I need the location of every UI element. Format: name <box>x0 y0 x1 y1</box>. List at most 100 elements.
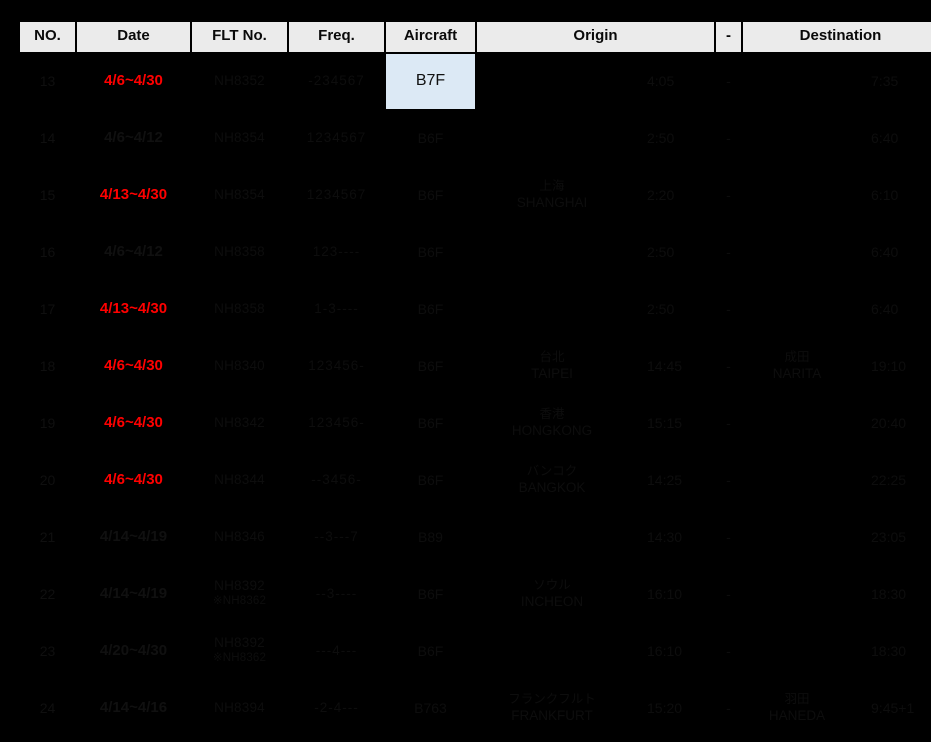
time-separator-dash: - <box>716 224 742 280</box>
flight-number: NH8392 ※NH8362 <box>192 623 287 679</box>
table-row[interactable]: 23 4/20~4/30 NH8392 ※NH8362 ---4--- B6F 16:10-… <box>20 623 931 679</box>
time-separator-dash: - <box>716 566 742 622</box>
frequency-pattern: -2-4--- <box>289 680 384 736</box>
aircraft-type[interactable]: B6F <box>386 281 475 337</box>
flight-number: NH8392 ※NH8362 <box>192 566 287 622</box>
table-row[interactable]: 22 4/14~4/19 NH8392 ※NH8362 --3---- B6F ソウル INC… <box>20 566 931 622</box>
flight-number: NH8340 <box>192 338 287 394</box>
departure-time: 2:20 <box>629 167 715 223</box>
table-row[interactable]: 20 4/6~4/30 NH8344 --3456- B6F バンコク BANGKOK 14:… <box>20 452 931 508</box>
table-row[interactable]: 13 4/6~4/30 NH8352 -234567 B7F 4:05- 7:35 <box>20 53 931 109</box>
flight-number: NH8394 <box>192 680 287 736</box>
aircraft-type[interactable]: B6F <box>386 167 475 223</box>
table-row[interactable]: 16 4/6~4/12 NH8358 123---- B6F 2:50- 6:40 <box>20 224 931 280</box>
table-row[interactable]: 19 4/6~4/30 NH8342 123456- B6F 香港 HONGKONG 15:1… <box>20 395 931 451</box>
arrival-time: 18:30 <box>853 566 931 622</box>
time-separator-dash: - <box>716 395 742 451</box>
frequency-pattern: 123456- <box>289 338 384 394</box>
row-number: 18 <box>20 338 75 394</box>
origin-airport: バンコク BANGKOK <box>477 452 627 508</box>
destination-airport <box>743 53 852 109</box>
column-header-freq[interactable]: Freq. <box>289 22 384 52</box>
table-row[interactable]: 18 4/6~4/30 NH8340 123456- B6F 台北 TAIPEI 14:45-… <box>20 338 931 394</box>
aircraft-type[interactable]: B7F <box>386 53 475 109</box>
aircraft-type[interactable]: B6F <box>386 452 475 508</box>
time-separator-dash: - <box>716 452 742 508</box>
origin-airport <box>477 53 627 109</box>
column-header-aircraft[interactable]: Aircraft <box>386 22 475 52</box>
table-row[interactable]: 24 4/14~4/16 NH8394 -2-4--- B763 フランクフルト FRANK… <box>20 680 931 736</box>
date-range: 4/6~4/30 <box>77 53 190 109</box>
aircraft-type[interactable]: B6F <box>386 338 475 394</box>
frequency-pattern: --3---7 <box>289 509 384 565</box>
row-number: 24 <box>20 680 75 736</box>
row-number: 19 <box>20 395 75 451</box>
aircraft-type[interactable]: B763 <box>386 680 475 736</box>
date-range: 4/6~4/30 <box>77 338 190 394</box>
row-number: 21 <box>20 509 75 565</box>
time-separator-dash: - <box>716 281 742 337</box>
origin-airport <box>477 509 627 565</box>
arrival-time: 6:40 <box>853 224 931 280</box>
table-row[interactable]: 21 4/14~4/19 NH8346 --3---7 B89 14:30- 23:05 <box>20 509 931 565</box>
date-range: 4/13~4/30 <box>77 167 190 223</box>
departure-time: 2:50 <box>629 281 715 337</box>
arrival-time: 6:10 <box>853 167 931 223</box>
time-separator-dash: - <box>716 623 742 679</box>
table-row[interactable]: 17 4/13~4/30 NH8358 1-3---- B6F 2:50- 6:40 <box>20 281 931 337</box>
frequency-pattern: 123---- <box>289 224 384 280</box>
date-range: 4/14~4/16 <box>77 680 190 736</box>
destination-airport <box>743 566 852 622</box>
column-header-no[interactable]: NO. <box>20 22 75 52</box>
destination-airport <box>743 167 852 223</box>
frequency-pattern: 1234567 <box>289 110 384 166</box>
destination-airport <box>743 224 852 280</box>
date-range: 4/6~4/12 <box>77 224 190 280</box>
destination-airport <box>743 395 852 451</box>
flight-number: NH8346 <box>192 509 287 565</box>
flight-number: NH8354 <box>192 110 287 166</box>
destination-airport <box>743 509 852 565</box>
column-header-date[interactable]: Date <box>77 22 190 52</box>
origin-airport: 上海 SHANGHAI <box>477 167 627 223</box>
column-header-flt-no[interactable]: FLT No. <box>192 22 287 52</box>
departure-time: 14:30 <box>629 509 715 565</box>
aircraft-type[interactable]: B6F <box>386 110 475 166</box>
origin-airport <box>477 623 627 679</box>
time-separator-dash: - <box>716 53 742 109</box>
aircraft-type[interactable]: B6F <box>386 224 475 280</box>
aircraft-type[interactable]: B6F <box>386 623 475 679</box>
arrival-time: 9:45+1 <box>853 680 931 736</box>
row-number: 14 <box>20 110 75 166</box>
departure-time: 15:15 <box>629 395 715 451</box>
time-separator-dash: - <box>716 167 742 223</box>
row-number: 13 <box>20 53 75 109</box>
column-header-destination[interactable]: Destination <box>743 22 931 52</box>
departure-time: 15:20 <box>629 680 715 736</box>
departure-time: 16:10 <box>629 566 715 622</box>
departure-time: 2:50 <box>629 224 715 280</box>
row-number: 16 <box>20 224 75 280</box>
departure-time: 14:25 <box>629 452 715 508</box>
table-row[interactable]: 15 4/13~4/30 NH8354 1234567 B6F 上海 SHANGHAI 2:2… <box>20 167 931 223</box>
frequency-pattern: ---4--- <box>289 623 384 679</box>
table-body: 13 4/6~4/30 NH8352 -234567 B7F 4:05-7:35 14 4/6… <box>20 53 931 736</box>
date-range: 4/6~4/30 <box>77 452 190 508</box>
origin-airport: フランクフルト FRANKFURT <box>477 680 627 736</box>
table-header: NO. Date FLT No. Freq. Aircraft Origin -… <box>20 22 931 52</box>
origin-airport: ソウル INCHEON <box>477 566 627 622</box>
flight-number: NH8358 <box>192 224 287 280</box>
aircraft-type[interactable]: B6F <box>386 395 475 451</box>
flight-number: NH8344 <box>192 452 287 508</box>
row-number: 15 <box>20 167 75 223</box>
table-row[interactable]: 14 4/6~4/12 NH8354 1234567 B6F 2:50- 6:40 <box>20 110 931 166</box>
flight-number: NH8342 <box>192 395 287 451</box>
destination-airport: 成田 NARITA <box>743 338 852 394</box>
row-number: 17 <box>20 281 75 337</box>
arrival-time: 19:10 <box>853 338 931 394</box>
aircraft-type[interactable]: B89 <box>386 509 475 565</box>
frequency-pattern: --3---- <box>289 566 384 622</box>
column-header-origin[interactable]: Origin <box>477 22 715 52</box>
aircraft-type[interactable]: B6F <box>386 566 475 622</box>
flight-number: NH8352 <box>192 53 287 109</box>
